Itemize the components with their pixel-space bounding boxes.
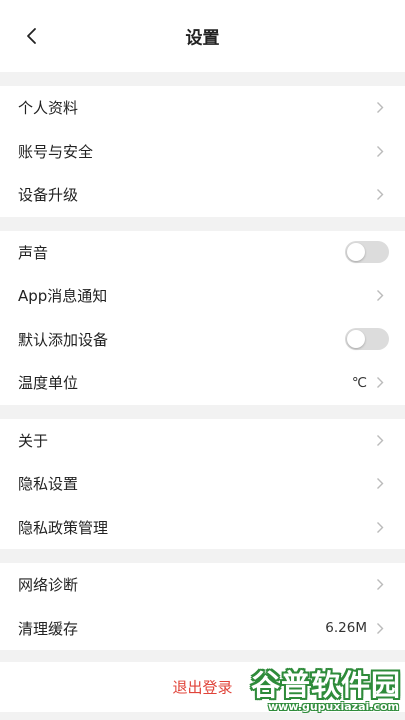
settings-item-device-upgrade[interactable]: 设备升级	[0, 173, 405, 217]
settings-item-label: 声音	[18, 243, 49, 262]
settings-item-account-security[interactable]: 账号与安全	[0, 130, 405, 174]
settings-item-label: 个人资料	[18, 99, 79, 118]
watermark-url: www.gupuxiazai.com	[268, 700, 399, 713]
settings-item-privacy-settings[interactable]: 隐私设置	[0, 462, 405, 506]
sound-toggle[interactable]	[345, 241, 389, 264]
watermark-brand: 谷普软件园	[250, 668, 401, 702]
settings-item-clear-cache[interactable]: 清理缓存 6.26M	[0, 607, 405, 651]
chevron-right-icon	[373, 520, 387, 534]
top-bar: 设置	[0, 0, 405, 72]
settings-item-label: 隐私设置	[18, 475, 79, 494]
settings-item-label: App消息通知	[18, 287, 108, 306]
chevron-right-icon	[373, 578, 387, 592]
temperature-unit-value: ℃	[351, 374, 367, 391]
chevron-right-icon	[373, 433, 387, 447]
settings-group-account: 个人资料 账号与安全 设备升级	[0, 86, 405, 217]
page-title: 设置	[185, 28, 220, 49]
settings-item-label: 默认添加设备	[18, 330, 109, 349]
settings-item-default-add-device: 默认添加设备	[0, 318, 405, 362]
settings-group-network: 网络诊断 清理缓存 6.26M	[0, 563, 405, 650]
chevron-right-icon	[373, 376, 387, 390]
settings-group-about: 关于 隐私设置 隐私政策管理	[0, 418, 405, 550]
toggle-knob	[347, 330, 365, 349]
chevron-right-icon	[373, 477, 387, 491]
settings-item-label: 温度单位	[18, 374, 79, 393]
settings-item-temperature-unit[interactable]: 温度单位 ℃	[0, 361, 405, 405]
settings-item-privacy-policy[interactable]: 隐私政策管理	[0, 506, 405, 550]
settings-item-label: 关于	[18, 431, 49, 450]
chevron-right-icon	[373, 101, 387, 115]
chevron-right-icon	[373, 188, 387, 202]
settings-item-profile[interactable]: 个人资料	[0, 86, 405, 130]
settings-item-label: 账号与安全	[18, 142, 94, 161]
cache-size-value: 6.26M	[325, 620, 367, 637]
toggle-knob	[347, 243, 365, 262]
chevron-right-icon	[373, 144, 387, 158]
watermark: 谷普软件园 www.gupuxiazai.com	[216, 662, 401, 716]
settings-item-label: 设备升级	[18, 186, 79, 205]
settings-item-label: 网络诊断	[18, 576, 79, 595]
chevron-right-icon	[373, 289, 387, 303]
settings-item-label: 隐私政策管理	[18, 518, 109, 537]
settings-item-app-notifications[interactable]: App消息通知	[0, 274, 405, 318]
settings-item-network-diagnosis[interactable]: 网络诊断	[0, 563, 405, 607]
settings-item-label: 清理缓存	[18, 619, 79, 638]
chevron-right-icon	[373, 621, 387, 635]
default-add-device-toggle[interactable]	[345, 328, 389, 351]
settings-item-about[interactable]: 关于	[0, 419, 405, 463]
settings-group-device: 声音 App消息通知 默认添加设备 温度单位 ℃	[0, 230, 405, 405]
settings-item-sound: 声音	[0, 231, 405, 275]
